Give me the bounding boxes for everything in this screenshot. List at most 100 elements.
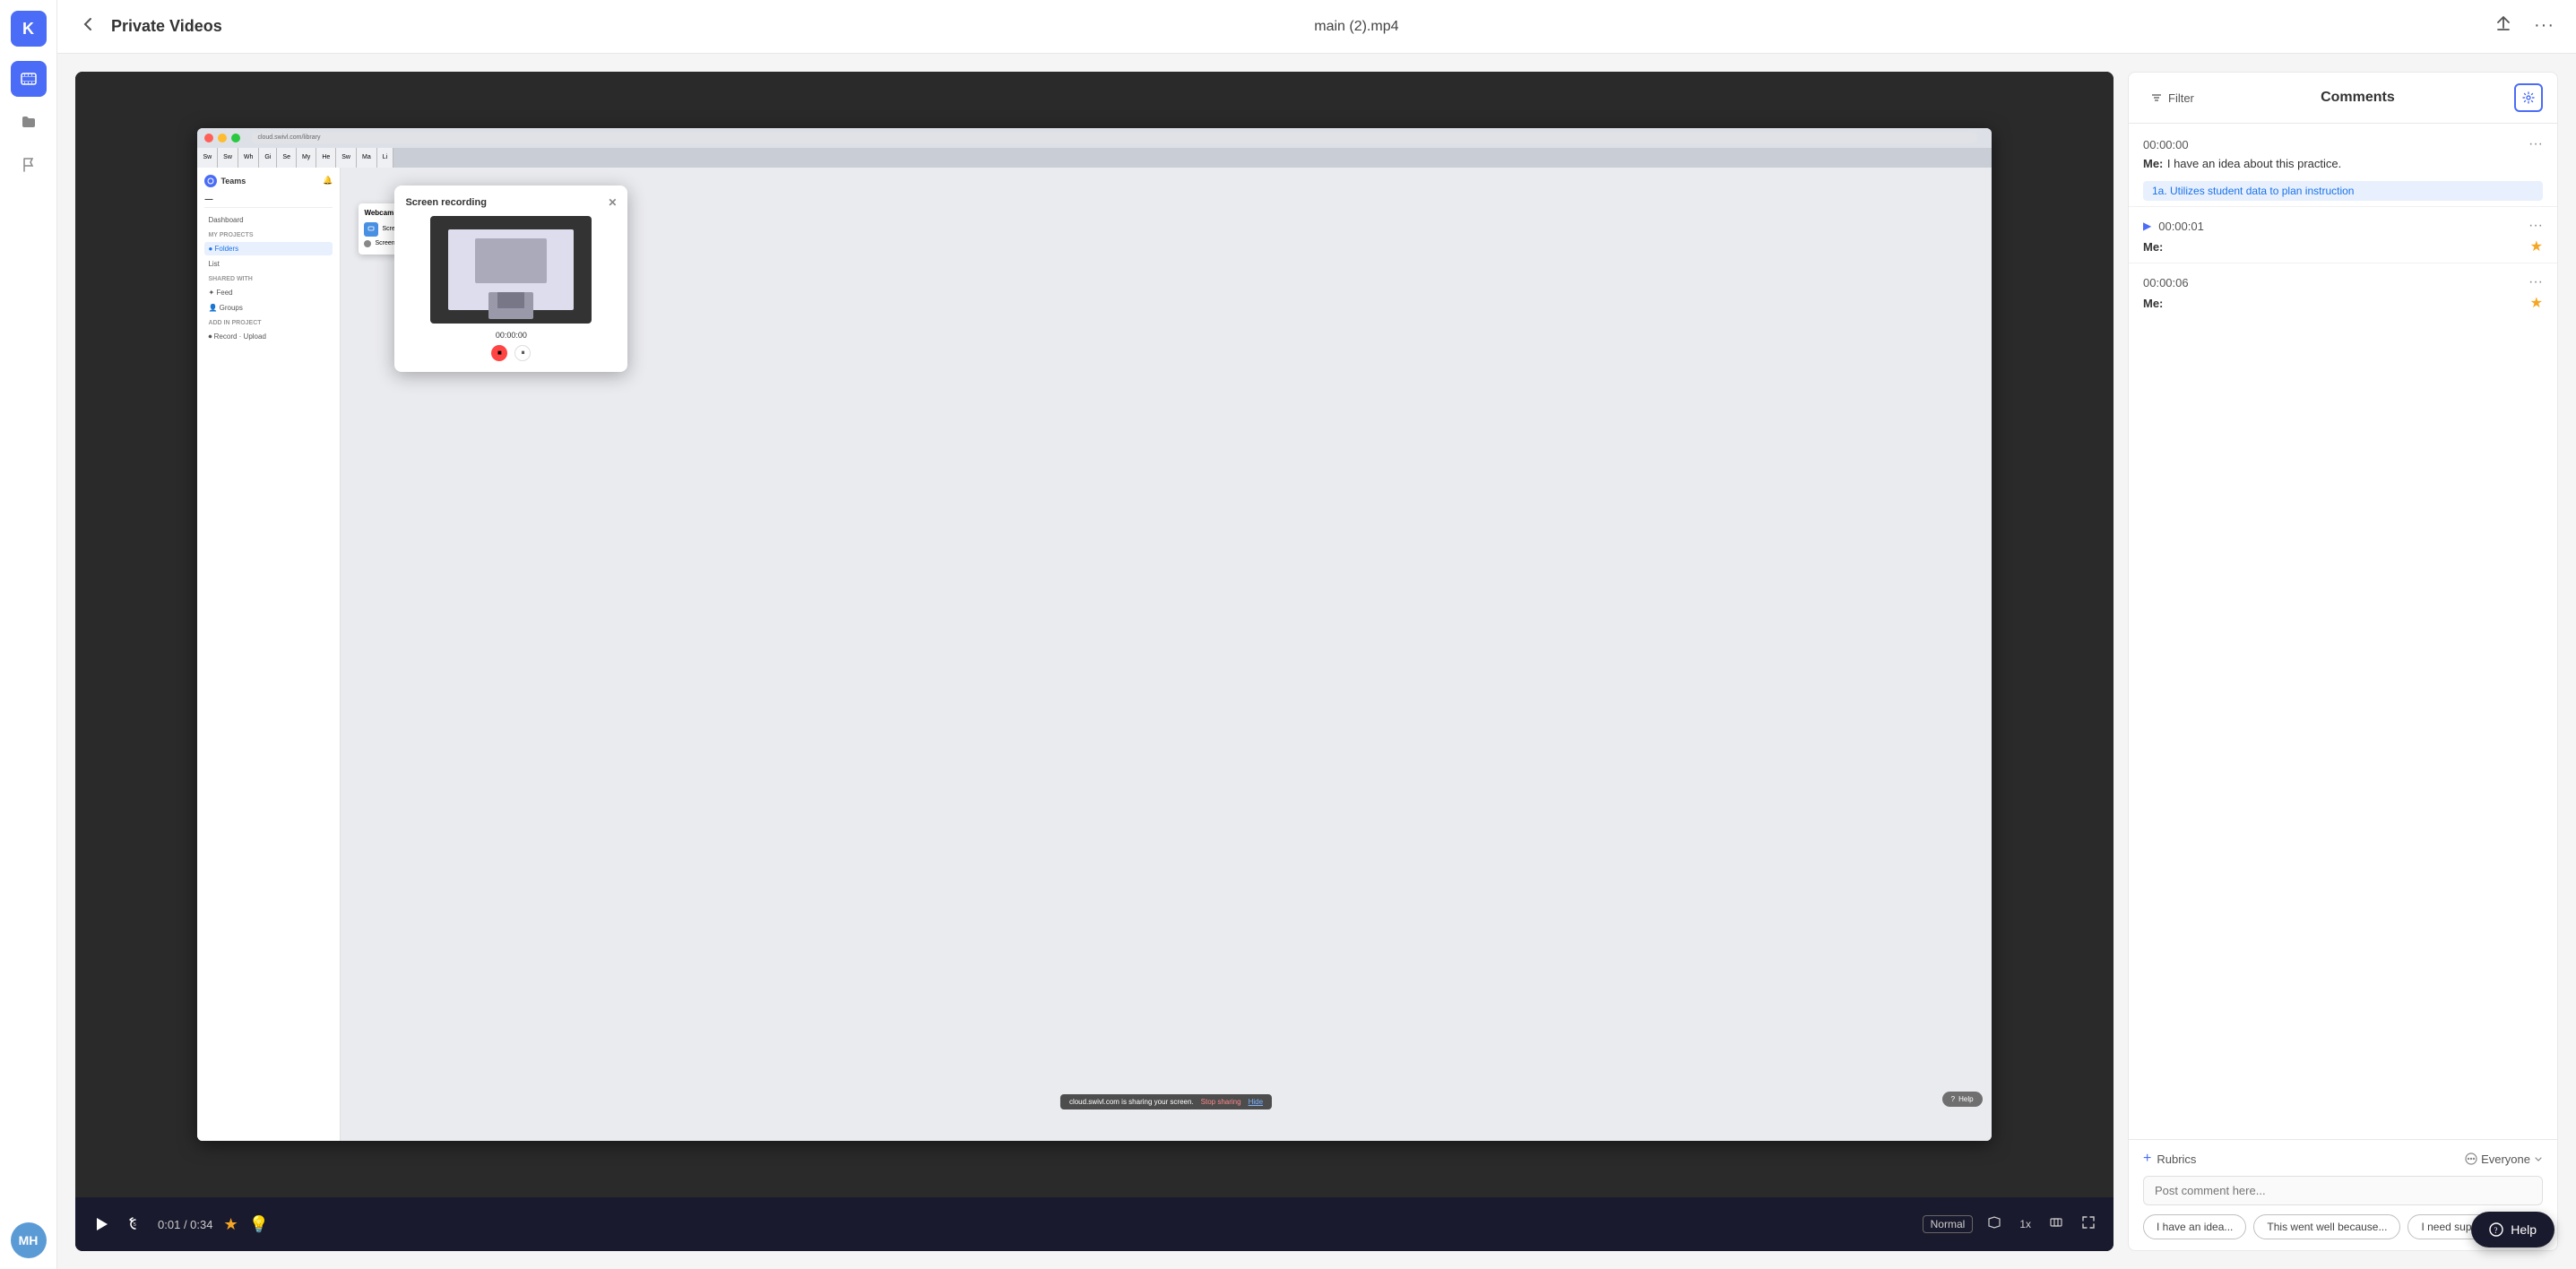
comment-more-1[interactable]: ··· (2528, 136, 2543, 152)
video-screen: cloud.swivl.com/library Sw Sw Wh Gi Se M… (75, 72, 2114, 1197)
comment-row-2: Me: ★ (2129, 236, 2557, 257)
sidebar-item-feed: ✦ Feed (204, 286, 333, 299)
app-logo[interactable]: K (11, 11, 47, 47)
sidebar-item-flag[interactable] (11, 147, 47, 183)
browser-tab-3: Wh (238, 148, 260, 168)
comment-more-3[interactable]: ··· (2528, 274, 2543, 290)
browser-tab-6: My (297, 148, 316, 168)
audience-selector[interactable]: Everyone (2465, 1152, 2543, 1166)
sharing-notice-text: cloud.swivl.com is sharing your screen. (1069, 1098, 1194, 1106)
comments-header: Filter Comments (2129, 73, 2557, 124)
play-pause-button[interactable] (90, 1213, 113, 1236)
comment-tag-1: 1a. Utilizes student data to plan instru… (2143, 181, 2543, 201)
help-btn-overlay[interactable]: ? Help (1942, 1092, 1983, 1107)
browser-screenshot: cloud.swivl.com/library Sw Sw Wh Gi Se M… (197, 128, 1991, 1141)
sharing-banner: cloud.swivl.com is sharing your screen. … (1060, 1094, 1272, 1109)
star-button[interactable]: ★ (223, 1215, 238, 1234)
comment-play-btn-2[interactable]: ▶ (2143, 220, 2151, 232)
screen-recording-dialog: Screen recording ✕ (394, 186, 627, 372)
browser-minimize-dot (218, 134, 227, 142)
sidebar-add-project: ADD IN PROJECT (204, 316, 333, 330)
browser-close-dot (204, 134, 213, 142)
rubrics-plus-icon: + (2143, 1151, 2151, 1167)
sidebar-item-dashboard: Dashboard (204, 213, 333, 227)
dialog-title: Screen recording ✕ (405, 196, 617, 209)
address-bar: cloud.swivl.com/library (252, 133, 1976, 143)
comments-settings-button[interactable] (2514, 83, 2543, 112)
svg-text:5: 5 (134, 1222, 136, 1228)
theater-mode-button[interactable] (2045, 1212, 2067, 1238)
rec-pause-btn[interactable]: ⏸ (514, 345, 531, 361)
browser-tab-4: Gi (259, 148, 277, 168)
browser-chrome-bar: cloud.swivl.com/library (197, 128, 1991, 148)
stop-sharing-btn[interactable]: Stop sharing (1201, 1098, 1241, 1106)
sidebar-item-groups: 👤 Groups (204, 301, 333, 315)
svg-text:?: ? (2494, 1226, 2498, 1235)
sidebar-item-list: List (204, 257, 333, 271)
comment-timestamp-row-2: ▶ 00:00:01 ··· (2129, 212, 2557, 236)
sidebar-item-films[interactable] (11, 61, 47, 97)
comments-list: 00:00:00 ··· Me: I have an idea about th… (2129, 124, 2557, 1139)
webcam-dot-icon (364, 240, 371, 247)
browser-tab-1: Sw (197, 148, 218, 168)
sidebar-section-header: — (204, 194, 333, 208)
browser-tab-10: Li (377, 148, 393, 168)
more-options-button[interactable]: ··· (2530, 12, 2558, 41)
brand-label: Teams (220, 177, 246, 186)
video-filename: main (2).mp4 (1314, 19, 1398, 34)
header: Private Videos main (2).mp4 ··· (57, 0, 2576, 54)
share-button[interactable] (2491, 12, 2516, 41)
comments-title: Comments (2209, 90, 2507, 106)
comment-more-2[interactable]: ··· (2528, 218, 2543, 234)
comment-author-2: Me: (2143, 240, 2163, 254)
help-fab[interactable]: ? Help (2471, 1212, 2554, 1247)
comment-divider-1 (2129, 206, 2557, 207)
rec-stop-btn[interactable]: ■ (491, 345, 507, 361)
comment-time-3: 00:00:06 (2143, 276, 2189, 289)
chip-went-well[interactable]: This went well because... (2253, 1214, 2400, 1239)
user-avatar[interactable]: MH (11, 1222, 47, 1258)
playback-mode-button[interactable] (1984, 1212, 2005, 1238)
browser-sidebar: Teams 🔔 — Dashboard MY PROJECTS ● Folder… (197, 168, 341, 1141)
browser-content: Teams 🔔 — Dashboard MY PROJECTS ● Folder… (197, 168, 1991, 1141)
browser-tab-9: Ma (357, 148, 377, 168)
fullscreen-button[interactable] (2078, 1212, 2099, 1238)
browser-tab-5: Se (277, 148, 297, 168)
video-section: cloud.swivl.com/library Sw Sw Wh Gi Se M… (75, 72, 2114, 1251)
rubrics-row: + Rubrics Everyone (2143, 1151, 2543, 1167)
brand-icon (204, 175, 217, 187)
filter-button[interactable]: Filter (2143, 88, 2201, 108)
video-controls: 5 0:01 / 0:34 ★ 💡 Normal (75, 1197, 2114, 1251)
browser-sidebar-brand: Teams 🔔 (204, 175, 333, 187)
rubrics-button[interactable]: + Rubrics (2143, 1151, 2196, 1167)
comment-timestamp-row-3: 00:00:06 ··· (2129, 269, 2557, 292)
post-comment-input[interactable] (2143, 1176, 2543, 1205)
comment-body-1: Me: I have an idea about this practice. (2129, 154, 2557, 177)
sidebar-shared-with: SHARED WITH (204, 272, 333, 286)
sidebar: K MH (0, 0, 57, 1269)
comments-panel: Filter Comments 00:00:00 ··· (2128, 72, 2558, 1251)
speed-selector[interactable]: Normal (1923, 1215, 1974, 1233)
preview-mini (475, 238, 547, 283)
hide-btn[interactable]: Hide (1249, 1098, 1263, 1106)
comment-timestamp-row-1: 00:00:00 ··· (2129, 131, 2557, 154)
comment-text-1: I have an idea about this practice. (2167, 157, 2341, 170)
preview-nested (488, 292, 533, 319)
sidebar-item-folder[interactable] (11, 104, 47, 140)
comment-star-3[interactable]: ★ (2530, 294, 2543, 312)
dialog-close[interactable]: ✕ (608, 196, 617, 209)
rewind-button[interactable]: 5 (124, 1213, 147, 1236)
bulb-button[interactable]: 💡 (249, 1215, 269, 1234)
comment-star-2[interactable]: ★ (2530, 237, 2543, 255)
speed-1x-button[interactable]: 1x (2016, 1214, 2035, 1234)
browser-tabs: Sw Sw Wh Gi Se My He Sw Ma Li (197, 148, 1991, 168)
browser-tab-8: Sw (336, 148, 357, 168)
preview-nested-inner (497, 292, 524, 308)
chip-have-idea[interactable]: I have an idea... (2143, 1214, 2246, 1239)
screen-rec-icon (364, 222, 378, 237)
browser-tab-7: He (316, 148, 336, 168)
back-button[interactable] (75, 12, 100, 41)
comment-row-3: Me: ★ (2129, 292, 2557, 314)
browser-tab-2: Sw (218, 148, 238, 168)
browser-main: Webcam recording Screen recording (341, 168, 1991, 1141)
